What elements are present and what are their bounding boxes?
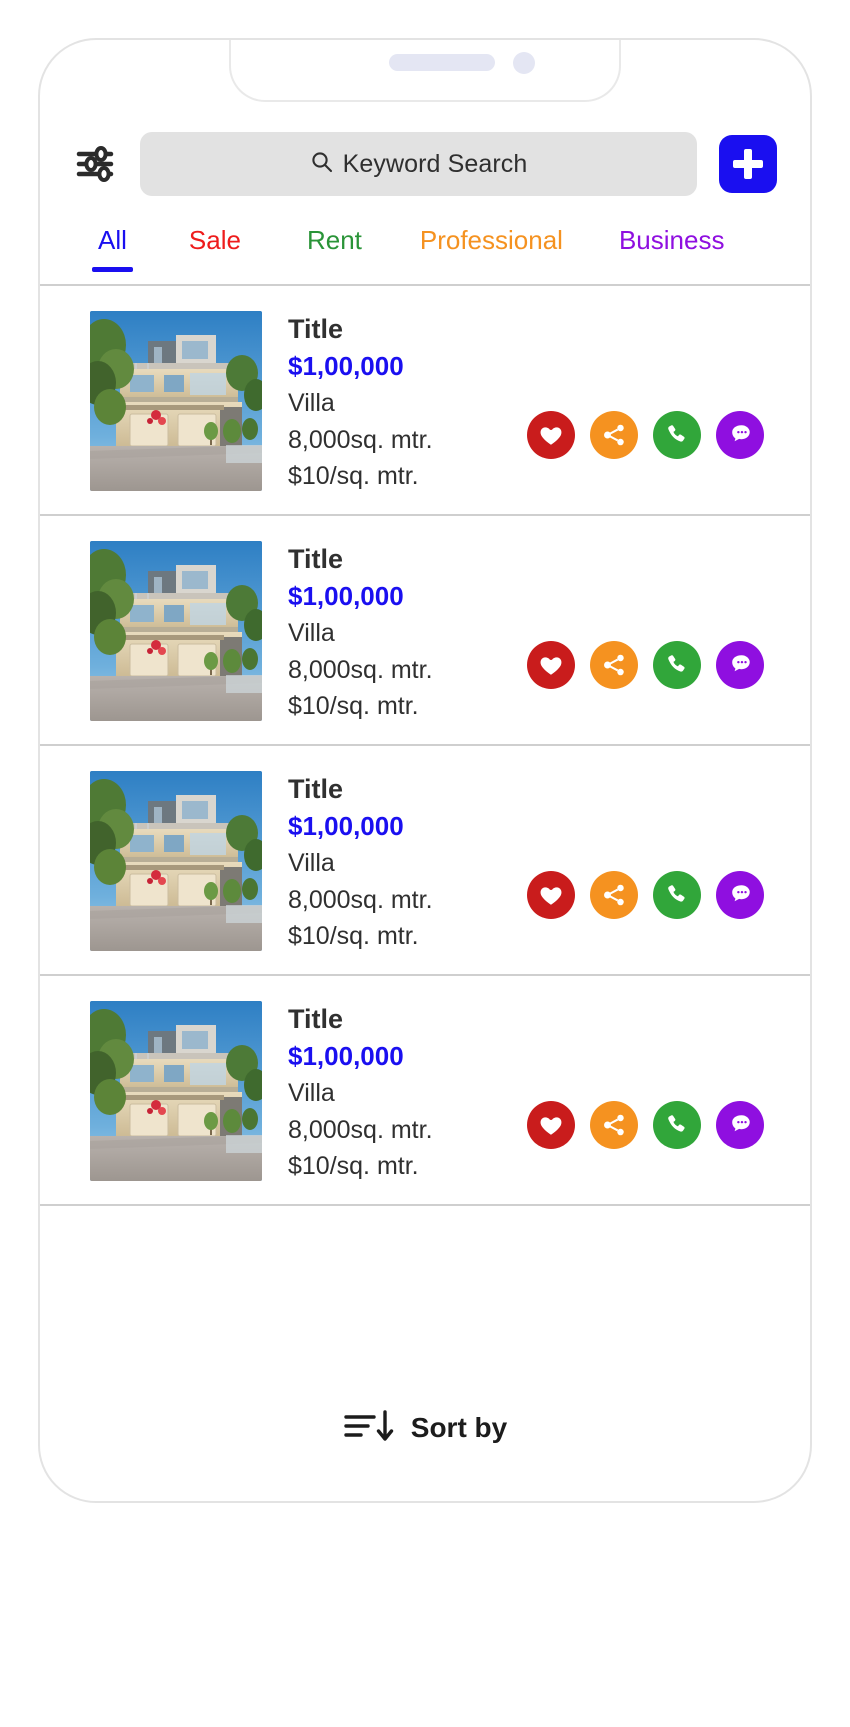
- chat-icon: [727, 652, 753, 678]
- chat-icon: [727, 882, 753, 908]
- share-button[interactable]: [590, 640, 638, 689]
- favorite-button[interactable]: [527, 640, 575, 689]
- phone-icon: [664, 422, 690, 448]
- chat-button[interactable]: [716, 870, 764, 919]
- listing-rate: $10/sq. mtr.: [288, 462, 419, 491]
- sort-by-button[interactable]: Sort by: [40, 1393, 810, 1463]
- heart-icon: [538, 882, 564, 908]
- sliders-filter-icon[interactable]: [70, 139, 120, 189]
- tab-sale-label: Sale: [188, 225, 241, 255]
- tab-rent[interactable]: Rent: [307, 222, 362, 256]
- listing-area: 8,000sq. mtr.: [288, 655, 433, 684]
- listing-info: Title $1,00,000 Villa 8,000sq. mtr. $10/sq. …: [288, 541, 468, 725]
- listing-price: $1,00,000: [288, 1041, 404, 1072]
- listing-title: Title: [288, 1004, 344, 1034]
- search-input[interactable]: Keyword Search: [140, 132, 697, 196]
- plus-icon: [733, 149, 763, 179]
- listing-title: Title: [288, 544, 344, 574]
- listing-area: 8,000sq. mtr.: [288, 1115, 433, 1144]
- listing-thumbnail[interactable]: [90, 1001, 262, 1181]
- heart-icon: [538, 652, 564, 678]
- listing-info: Title $1,00,000 Villa 8,000sq. mtr. $10/sq. …: [288, 311, 468, 495]
- listing-card[interactable]: Title $1,00,000 Villa 8,000sq. mtr. $10/sq. …: [40, 516, 810, 746]
- phone-icon: [664, 1112, 690, 1138]
- search-input-content: Keyword Search: [310, 150, 528, 179]
- tab-active-indicator: [92, 267, 133, 272]
- notch-speaker: [389, 54, 495, 71]
- listing-type: Villa: [288, 619, 335, 648]
- listing-rate: $10/sq. mtr.: [288, 922, 419, 951]
- category-tabs: All Sale Rent Professional Business: [40, 222, 810, 284]
- heart-icon: [538, 422, 564, 448]
- listing-actions: [468, 771, 810, 974]
- chat-icon: [727, 1112, 753, 1138]
- phone-notch: [229, 40, 621, 102]
- listing-thumbnail[interactable]: [90, 541, 262, 721]
- search-placeholder-text: Keyword Search: [342, 149, 528, 178]
- sort-descending-icon: [343, 1406, 397, 1451]
- share-icon: [601, 1112, 627, 1138]
- share-button[interactable]: [590, 1100, 638, 1149]
- listing-type: Villa: [288, 389, 335, 418]
- chat-button[interactable]: [716, 410, 764, 459]
- listing-type: Villa: [288, 1079, 335, 1108]
- listing-title: Title: [288, 314, 344, 344]
- listing-title: Title: [288, 774, 344, 804]
- listing-info: Title $1,00,000 Villa 8,000sq. mtr. $10/sq. …: [288, 771, 468, 955]
- phone-frame: Keyword Search All Sale Rent Professiona…: [38, 38, 812, 1503]
- favorite-button[interactable]: [527, 870, 575, 919]
- listing-price: $1,00,000: [288, 811, 404, 842]
- call-button[interactable]: [653, 410, 701, 459]
- listing-list: Title $1,00,000 Villa 8,000sq. mtr. $10/sq. …: [40, 286, 810, 1501]
- listing-actions: [468, 541, 810, 744]
- share-icon: [601, 422, 627, 448]
- listing-actions: [468, 311, 810, 514]
- tab-all-label: All: [98, 225, 127, 255]
- listing-info: Title $1,00,000 Villa 8,000sq. mtr. $10/sq. …: [288, 1001, 468, 1185]
- share-button[interactable]: [590, 870, 638, 919]
- add-listing-button[interactable]: [719, 135, 777, 193]
- listing-card[interactable]: Title $1,00,000 Villa 8,000sq. mtr. $10/sq. …: [40, 286, 810, 516]
- tab-all[interactable]: All: [92, 222, 133, 272]
- chat-button[interactable]: [716, 640, 764, 689]
- search-icon: [310, 150, 334, 179]
- chat-button[interactable]: [716, 1100, 764, 1149]
- tab-business-label: Business: [618, 225, 725, 255]
- listing-thumbnail[interactable]: [90, 771, 262, 951]
- call-button[interactable]: [653, 870, 701, 919]
- favorite-button[interactable]: [527, 410, 575, 459]
- listing-actions: [468, 1001, 810, 1204]
- tab-business[interactable]: Business: [619, 222, 725, 256]
- listing-area: 8,000sq. mtr.: [288, 425, 433, 454]
- phone-icon: [664, 652, 690, 678]
- favorite-button[interactable]: [527, 1100, 575, 1149]
- listing-rate: $10/sq. mtr.: [288, 1152, 419, 1181]
- tab-professional-label: Professional: [419, 225, 563, 255]
- listing-type: Villa: [288, 849, 335, 878]
- tab-sale[interactable]: Sale: [189, 222, 241, 256]
- listing-price: $1,00,000: [288, 581, 404, 612]
- sort-by-label: Sort by: [410, 1412, 508, 1443]
- listing-rate: $10/sq. mtr.: [288, 692, 419, 721]
- call-button[interactable]: [653, 1100, 701, 1149]
- listing-card[interactable]: Title $1,00,000 Villa 8,000sq. mtr. $10/sq. …: [40, 746, 810, 976]
- share-icon: [601, 882, 627, 908]
- listing-area: 8,000sq. mtr.: [288, 885, 433, 914]
- listing-card[interactable]: Title $1,00,000 Villa 8,000sq. mtr. $10/sq. …: [40, 976, 810, 1206]
- notch-camera: [513, 52, 535, 74]
- listing-price: $1,00,000: [288, 351, 404, 382]
- phone-icon: [664, 882, 690, 908]
- listing-thumbnail[interactable]: [90, 311, 262, 491]
- share-icon: [601, 652, 627, 678]
- chat-icon: [727, 422, 753, 448]
- call-button[interactable]: [653, 640, 701, 689]
- tab-professional[interactable]: Professional: [420, 222, 563, 256]
- heart-icon: [538, 1112, 564, 1138]
- search-toolbar: Keyword Search: [40, 122, 810, 206]
- tab-rent-label: Rent: [306, 225, 362, 255]
- share-button[interactable]: [590, 410, 638, 459]
